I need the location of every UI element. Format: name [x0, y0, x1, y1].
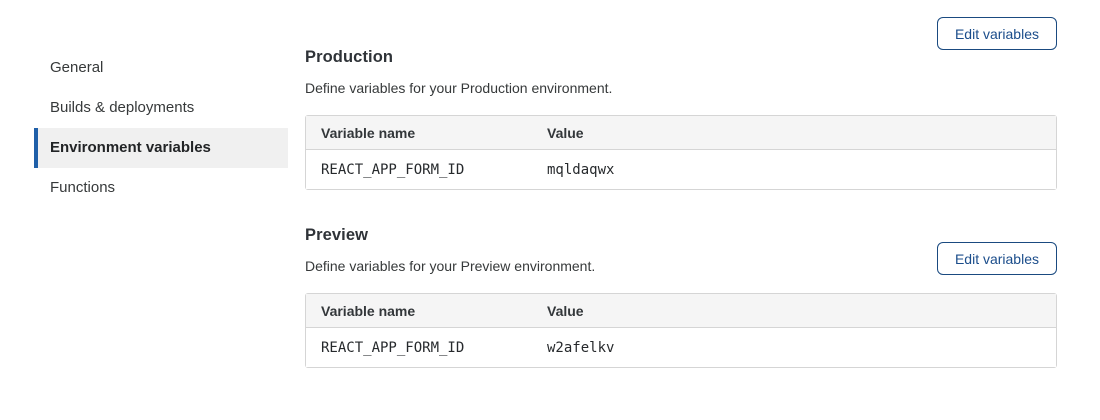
- column-header-variable-name: Variable name: [306, 116, 532, 150]
- variable-name-cell: REACT_APP_FORM_ID: [306, 150, 532, 189]
- table-header-row: Variable name Value: [306, 294, 1056, 328]
- edit-variables-button-preview[interactable]: Edit variables: [937, 242, 1057, 275]
- sidebar-item-general[interactable]: General: [34, 48, 288, 88]
- table-header-row: Variable name Value: [306, 116, 1056, 150]
- production-section-title: Production: [305, 48, 1057, 67]
- table-row: REACT_APP_FORM_ID mqldaqwx: [306, 150, 1056, 189]
- preview-variables-table: Variable name Value REACT_APP_FORM_ID w2…: [305, 293, 1057, 368]
- production-section: Production Define variables for your Pro…: [305, 0, 1057, 190]
- sidebar-item-environment-variables[interactable]: Environment variables: [34, 128, 288, 168]
- production-section-description: Define variables for your Production env…: [305, 80, 1057, 97]
- preview-section: Preview Define variables for your Previe…: [305, 226, 1057, 368]
- column-header-value: Value: [532, 116, 1056, 150]
- column-header-value: Value: [532, 294, 1056, 328]
- edit-variables-button-production[interactable]: Edit variables: [937, 17, 1057, 50]
- variable-name-cell: REACT_APP_FORM_ID: [306, 328, 532, 367]
- variable-value-cell: mqldaqwx: [532, 150, 1056, 189]
- sidebar-item-builds-deployments[interactable]: Builds & deployments: [34, 88, 288, 128]
- settings-main-content: Production Define variables for your Pro…: [305, 0, 1057, 368]
- table-row: REACT_APP_FORM_ID w2afelkv: [306, 328, 1056, 367]
- sidebar-item-functions[interactable]: Functions: [34, 168, 288, 208]
- production-variables-table: Variable name Value REACT_APP_FORM_ID mq…: [305, 115, 1057, 190]
- settings-sidebar: General Builds & deployments Environment…: [34, 48, 288, 208]
- variable-value-cell: w2afelkv: [532, 328, 1056, 367]
- column-header-variable-name: Variable name: [306, 294, 532, 328]
